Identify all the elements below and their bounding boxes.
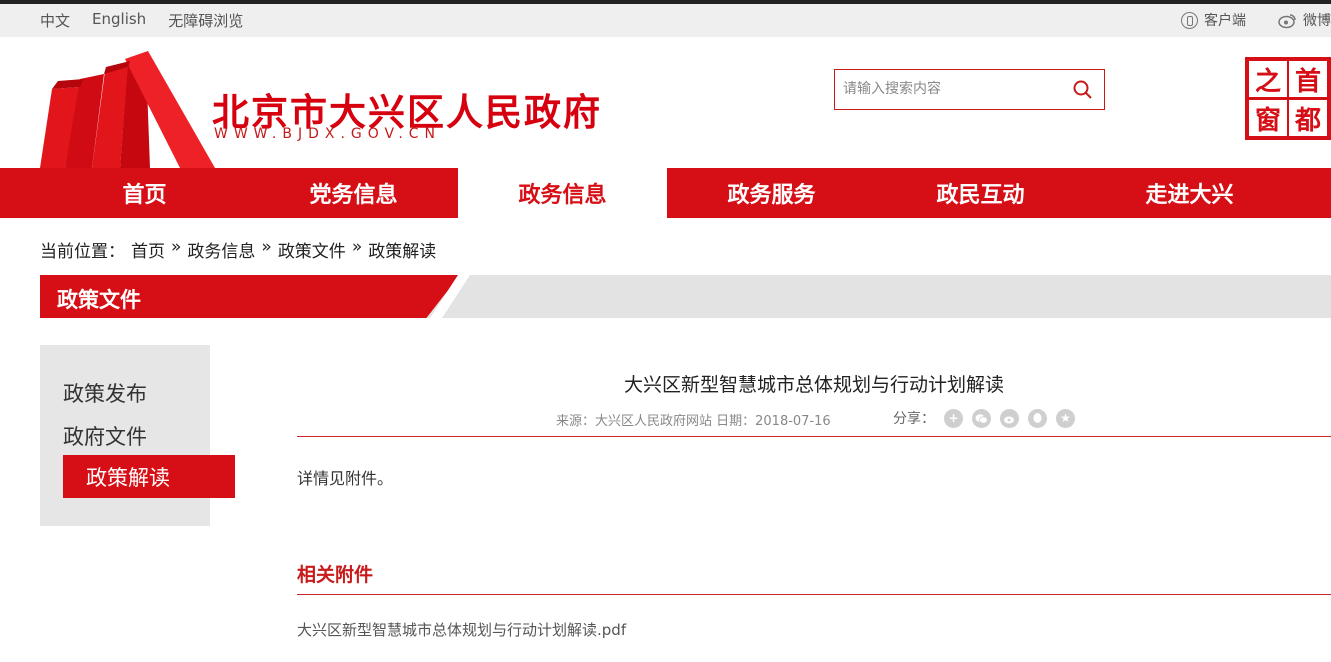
weibo-label: 微博: [1303, 13, 1331, 29]
language-links: 中文 English 无障碍浏览: [40, 10, 243, 31]
top-bar: 中文 English 无障碍浏览 客户端 微博: [0, 0, 1331, 37]
nav-item-government-services[interactable]: 政务服务: [667, 168, 876, 218]
attachments-title: 相关附件: [297, 564, 374, 586]
article-title: 大兴区新型智慧城市总体规划与行动计划解读: [623, 374, 1004, 396]
breadcrumb: 当前位置： 首页 » 政务信息 » 政策文件 » 政策解读: [40, 237, 436, 262]
mobile-icon: [1181, 11, 1198, 29]
seal-char: 窗: [1249, 100, 1287, 136]
share-label: 分享：: [893, 411, 935, 427]
breadcrumb-government-affairs[interactable]: 政务信息: [187, 237, 255, 262]
site-url: WWW.BJDX.GOV.CN: [214, 126, 442, 142]
qzone-icon[interactable]: ★: [1056, 408, 1075, 428]
sidebar-item-government-documents[interactable]: 政府文件: [63, 421, 147, 451]
logo-graphic: [40, 51, 215, 168]
nav-item-party-affairs[interactable]: 党务信息: [249, 168, 458, 218]
section-title: 政策文件: [57, 288, 141, 312]
seal-char: 首: [1289, 61, 1327, 97]
search-box: [834, 69, 1105, 110]
client-link[interactable]: 客户端: [1181, 10, 1246, 30]
nav-item-government-affairs[interactable]: 政务信息: [458, 168, 667, 218]
breadcrumb-separator: »: [351, 237, 363, 257]
nav-item-interaction[interactable]: 政民互动: [876, 168, 1085, 218]
breadcrumb-policy-documents[interactable]: 政策文件: [278, 237, 346, 262]
weibo-icon[interactable]: [1000, 408, 1019, 428]
wechat-icon[interactable]: [972, 408, 991, 428]
lang-zh-link[interactable]: 中文: [40, 10, 70, 31]
lang-en-link[interactable]: English: [92, 10, 146, 31]
sidebar-item-policy-interpretation[interactable]: 政策解读: [63, 455, 235, 498]
breadcrumb-home[interactable]: 首页: [131, 237, 165, 262]
nav-item-home[interactable]: 首页: [40, 168, 249, 218]
attachment-link[interactable]: 大兴区新型智慧城市总体规划与行动计划解读.pdf: [297, 619, 626, 640]
weibo-link[interactable]: 微博: [1278, 10, 1331, 30]
site-header: 北京市大兴区人民政府 WWW.BJDX.GOV.CN 首 都 之 窗: [0, 37, 1331, 168]
capital-window-seal[interactable]: 首 都 之 窗: [1245, 57, 1331, 140]
breadcrumb-separator: »: [261, 237, 272, 257]
breadcrumb-policy-interpretation[interactable]: 政策解读: [368, 237, 436, 262]
top-right-links: 客户端 微博: [1157, 10, 1331, 30]
breadcrumb-separator: »: [171, 237, 182, 257]
search-input[interactable]: [835, 70, 1065, 108]
weibo-icon: [1278, 13, 1296, 28]
search-icon[interactable]: [1072, 79, 1094, 101]
seal-char: 都: [1289, 100, 1327, 136]
seal-char: 之: [1249, 61, 1287, 97]
accessibility-link[interactable]: 无障碍浏览: [168, 10, 243, 31]
section-banner: 政策文件: [40, 275, 1331, 318]
breadcrumb-label: 当前位置：: [40, 242, 125, 262]
article-meta: 来源：大兴区人民政府网站 日期：2018-07-16: [556, 414, 831, 429]
article-body: 详情见附件。: [297, 469, 394, 488]
main-nav: 首页 党务信息 政务信息 政务服务 政民互动 走进大兴: [0, 168, 1331, 218]
share-bar: 分享： + ★: [893, 408, 1075, 428]
client-label: 客户端: [1204, 13, 1246, 29]
nav-item-about-daxing[interactable]: 走进大兴: [1085, 168, 1294, 218]
title-divider: [297, 436, 1331, 437]
attachments-divider: [297, 594, 1331, 595]
qq-icon[interactable]: [1028, 408, 1047, 428]
sidebar-item-policy-release[interactable]: 政策发布: [63, 378, 147, 408]
sidebar: 政策发布 政府文件 政策解读: [40, 345, 235, 526]
plus-icon[interactable]: +: [944, 408, 963, 428]
